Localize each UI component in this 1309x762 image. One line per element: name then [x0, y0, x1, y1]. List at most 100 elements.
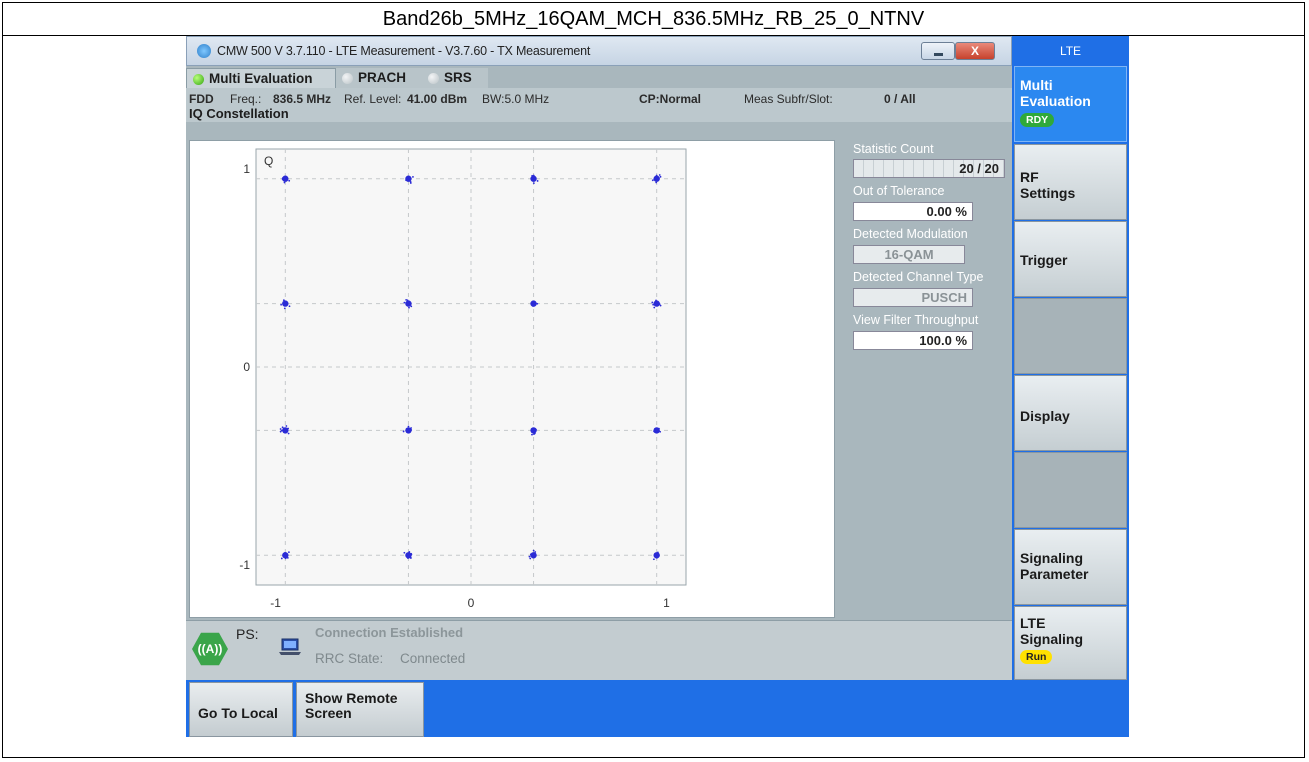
constellation-sample [281, 426, 284, 429]
app-icon [197, 44, 211, 58]
softkey-empty [1014, 452, 1127, 528]
constellation-sample [659, 175, 662, 178]
show-remote-screen-button[interactable]: Show Remote Screen [296, 682, 424, 737]
constellation-sample [655, 174, 658, 177]
constellation-sample [403, 301, 406, 304]
constellation-sample [659, 304, 662, 307]
constellation-svg: 10-1-1 0 1Q [239, 148, 687, 610]
go-to-local-button[interactable]: Go To Local [189, 682, 293, 737]
constellation-sample [532, 174, 535, 177]
softkey-lte-signaling[interactable]: LTE Signaling Run [1014, 606, 1127, 680]
constellation-sample [409, 430, 412, 432]
bandwidth: BW:5.0 MHz [482, 92, 550, 106]
constellation-sample [532, 554, 535, 557]
constellation-sample [528, 555, 531, 558]
softkey-label: Signaling [1020, 631, 1083, 647]
constellation-sample [283, 555, 286, 558]
constellation-sample [531, 428, 533, 431]
x-tick-label: 0 [468, 596, 475, 610]
constellation-sample [280, 303, 283, 306]
q-axis-label: Q [264, 154, 273, 168]
x-tick-label: -1 [270, 596, 281, 610]
ref-level-value: 41.00 dBm [407, 92, 468, 106]
softkey-multi-evaluation[interactable]: Multi Evaluation RDY [1014, 66, 1127, 142]
measurement-info-line: FDD Freq.: 836.5 MHz Ref. Level: 41.00 d… [186, 88, 1012, 122]
ref-level-label: Ref. Level: [344, 92, 402, 106]
statistics-panel: Statistic Count 20 / 20 Out of Tolerance… [853, 142, 1013, 362]
tab-label: SRS [444, 70, 472, 85]
rdy-status-badge: RDY [1020, 113, 1055, 127]
constellation-sample [653, 430, 655, 433]
close-button[interactable]: X [955, 42, 995, 60]
constellation-sample [288, 305, 291, 308]
tab-prach[interactable]: PRACH [336, 68, 422, 88]
constellation-sample [533, 433, 535, 435]
constellation-sample [285, 428, 288, 430]
constellation-sample [405, 429, 408, 432]
constellation-sample [653, 306, 656, 309]
constellation-sample [531, 176, 533, 179]
ps-label: PS: [236, 626, 259, 642]
cyclic-prefix: CP:Normal [639, 92, 702, 106]
softkey-trigger[interactable]: Trigger [1014, 221, 1127, 297]
constellation-sample [409, 181, 412, 183]
constellation-sample [280, 429, 283, 432]
constellation-sample [658, 174, 661, 176]
constellation-sample [409, 179, 411, 182]
constellation-sample [534, 551, 537, 553]
softkey-header: LTE [1059, 44, 1082, 58]
window-title: CMW 500 V 3.7.110 - LTE Measurement - V3… [217, 44, 591, 58]
tab-multi-evaluation[interactable]: Multi Evaluation [186, 68, 336, 88]
detected-modulation-value: 16-QAM [853, 245, 965, 264]
tab-srs[interactable]: SRS [422, 68, 488, 88]
constellation-sample [286, 556, 289, 559]
constellation-sample [652, 558, 655, 561]
constellation-sample [405, 299, 408, 301]
constellation-sample [410, 305, 413, 308]
tab-label: Multi Evaluation [209, 71, 313, 86]
constellation-sample [284, 177, 286, 179]
constellation-sample [408, 177, 411, 180]
statistic-count-value: 20 / 20 [853, 159, 1005, 178]
statistic-count-label: Statistic Count [853, 142, 934, 156]
constellation-sample [654, 553, 657, 556]
constellation-sample [409, 556, 412, 559]
softkey-empty [1014, 298, 1127, 374]
constellation-sample [652, 303, 655, 306]
constellation-sample [658, 303, 661, 306]
detected-channel-label: Detected Channel Type [853, 270, 984, 284]
show-remote-label-line2: Screen [305, 705, 352, 721]
out-of-tolerance-label: Out of Tolerance [853, 184, 945, 198]
constellation-sample [288, 179, 291, 182]
constellation-sample [282, 176, 284, 179]
constellation-sample [412, 176, 414, 178]
constellation-sample [284, 557, 287, 560]
softkey-label: Trigger [1020, 252, 1068, 268]
constellation-sample [658, 427, 660, 430]
constellation-sample [655, 429, 658, 432]
constellation-sample [284, 304, 287, 307]
y-tick-label: 1 [243, 162, 250, 176]
meas-subframe-value: 0 / All [884, 92, 916, 106]
constellation-sample [286, 302, 289, 305]
softkey-label: Multi [1020, 77, 1053, 93]
tab-status-led-icon [428, 73, 439, 84]
constellation-sample [656, 551, 659, 554]
softkey-label: Settings [1020, 185, 1076, 201]
constellation-sample [655, 177, 658, 179]
constellation-sample [407, 302, 410, 304]
view-filter-label: View Filter Throughput [853, 313, 979, 327]
minimize-button[interactable] [921, 42, 955, 60]
softkey-display[interactable]: Display [1014, 375, 1127, 451]
constellation-sample [656, 304, 659, 306]
constellation-sample [279, 428, 282, 430]
constellation-sample [529, 557, 532, 560]
softkey-column: LTE Multi Evaluation RDY RF Settings Tri… [1012, 36, 1129, 680]
antenna-icon: ((A)) [192, 632, 228, 666]
softkey-signaling-parameter[interactable]: Signaling Parameter [1014, 529, 1127, 605]
constellation-sample [284, 302, 287, 305]
constellation-sample [655, 179, 658, 181]
softkey-rf-settings[interactable]: RF Settings [1014, 144, 1127, 220]
constellation-sample [288, 551, 290, 554]
constellation-sample [285, 552, 287, 555]
